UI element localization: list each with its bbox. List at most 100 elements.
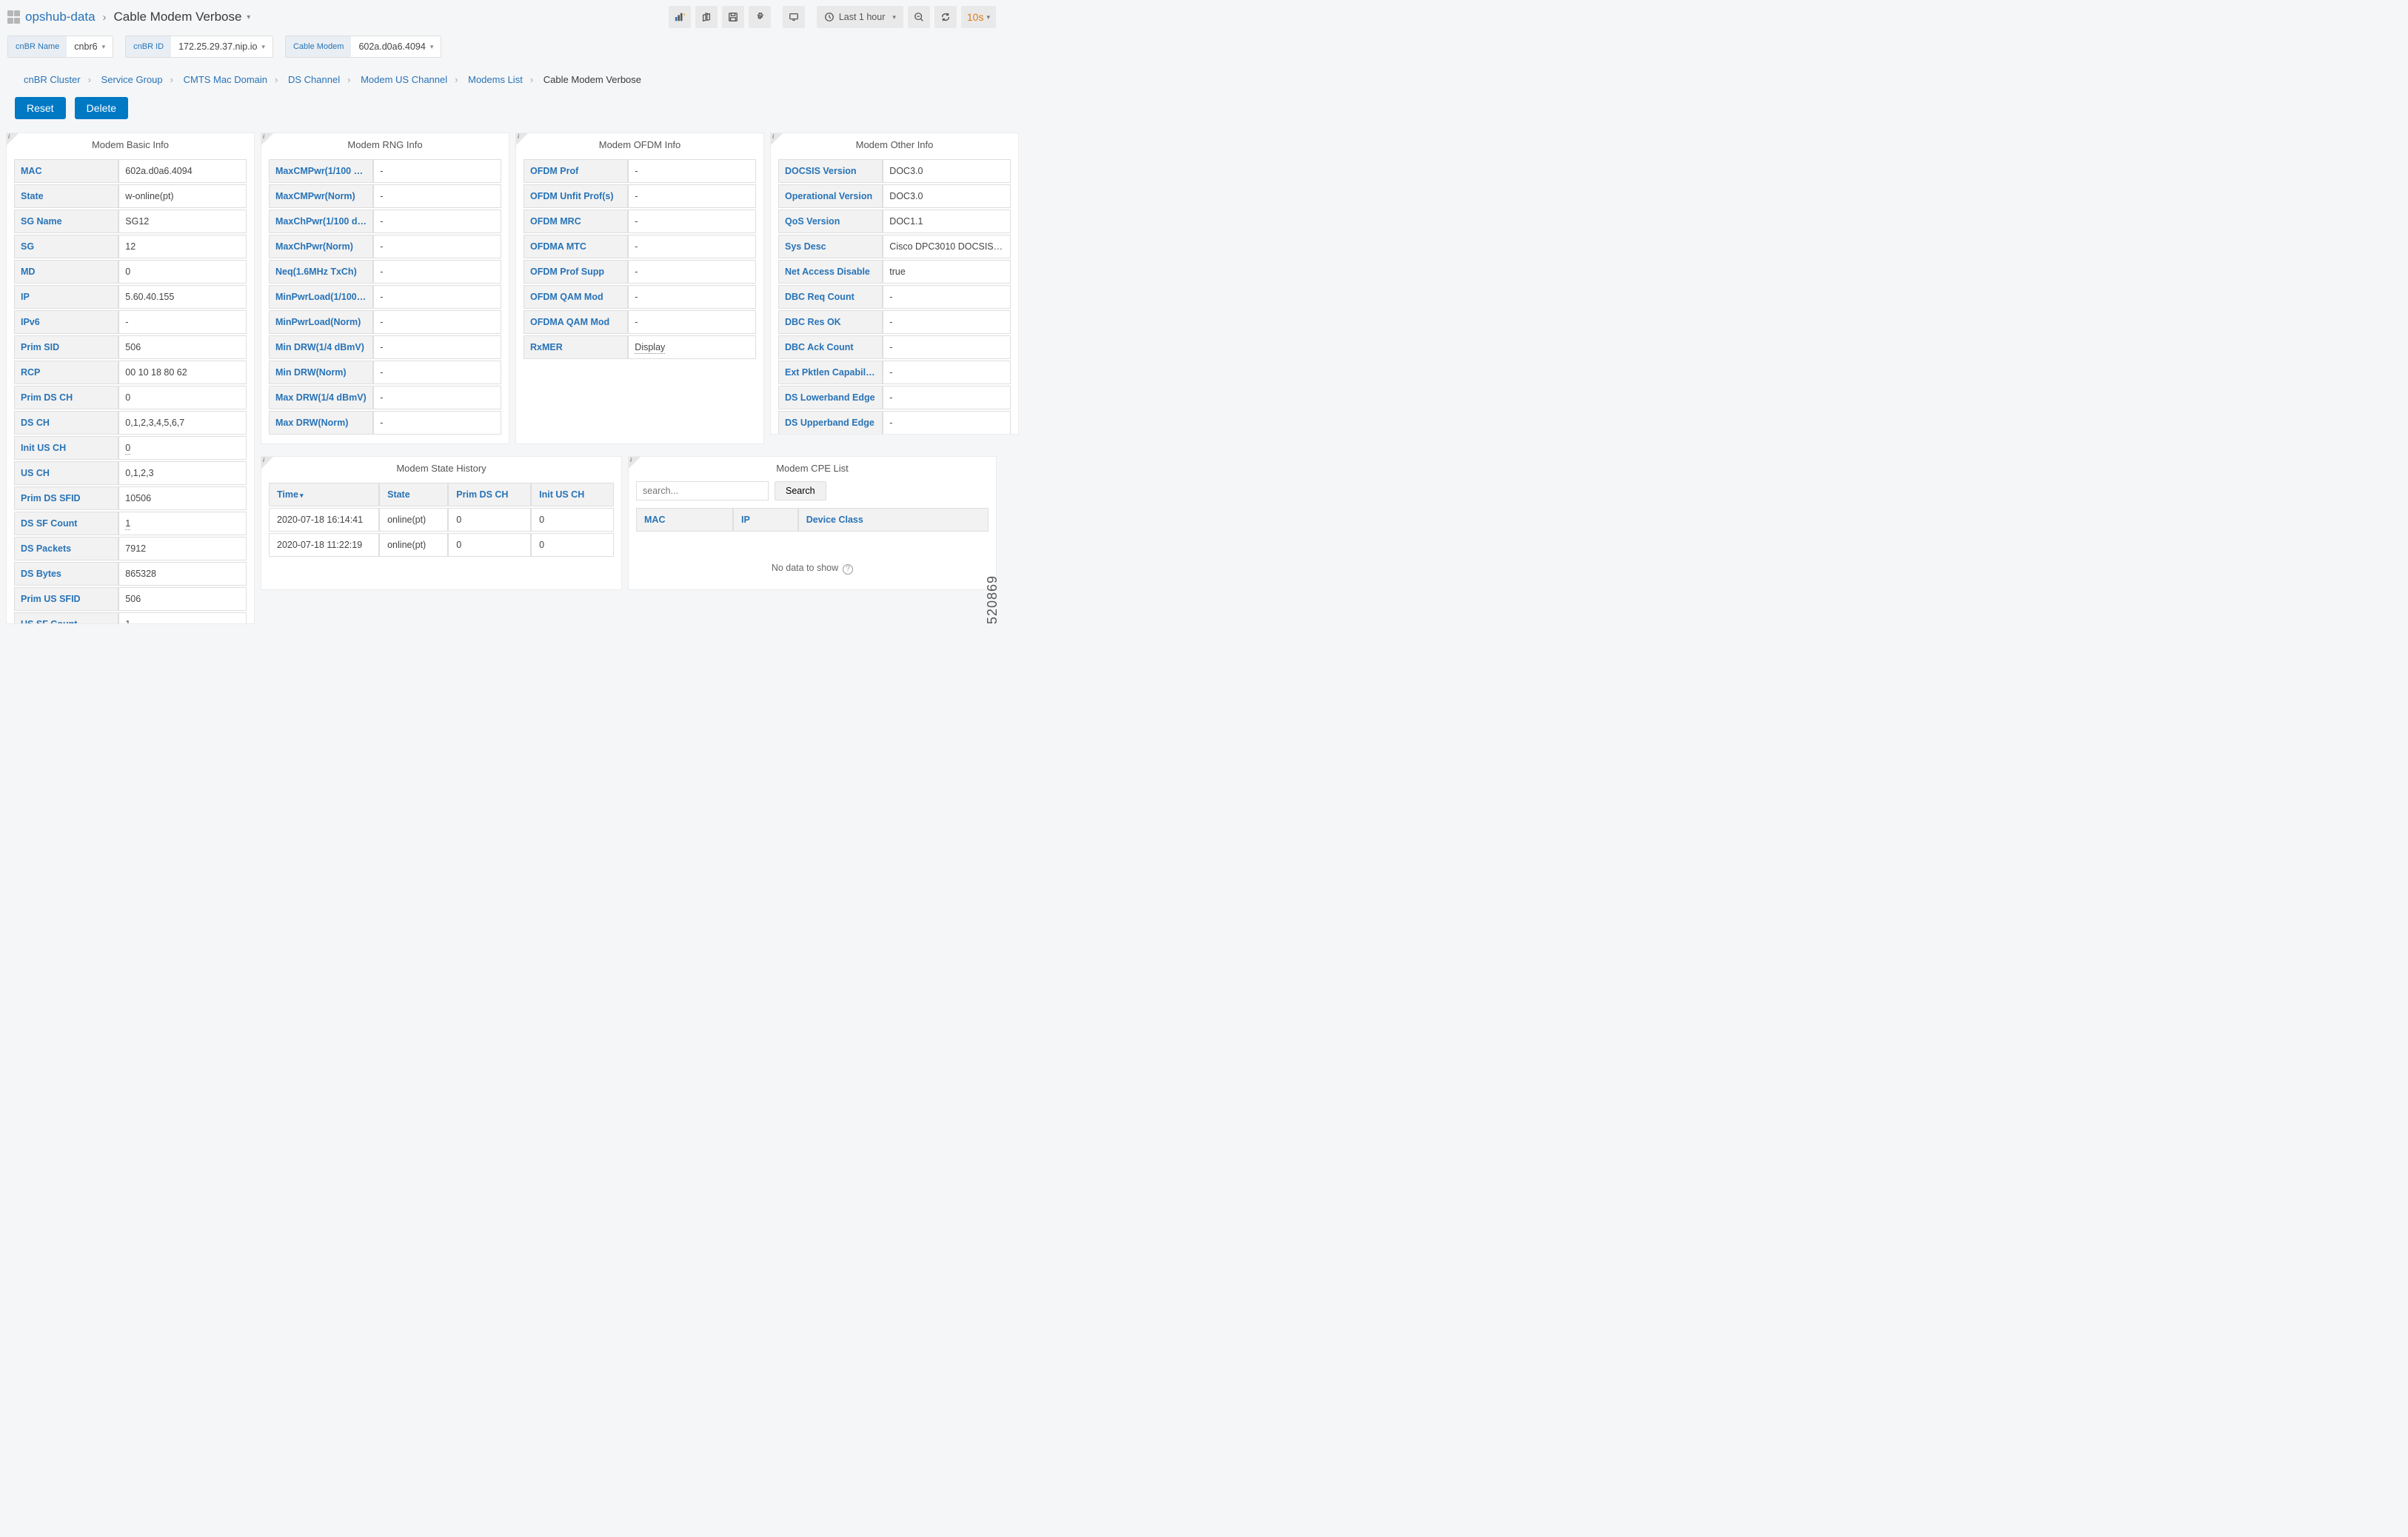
crumb-link[interactable]: Service Group [101, 74, 163, 85]
info-icon[interactable]: i [263, 133, 264, 140]
cpe-search-button[interactable]: Search [775, 481, 826, 500]
var-cnbr-id[interactable]: cnBR ID 172.25.29.37.nip.io▾ [125, 36, 273, 58]
page-title[interactable]: Cable Modem Verbose ▾ [114, 10, 251, 24]
table-cell: 0 [531, 533, 614, 557]
kv-key: MaxCMPwr(Norm) [269, 184, 373, 208]
crumb-link[interactable]: CMTS Mac Domain [184, 74, 267, 85]
kv-value: 12 [118, 235, 247, 258]
kv-value: 0 [118, 436, 247, 460]
chevron-right-icon: › [103, 11, 107, 24]
kv-value: 10506 [118, 486, 247, 510]
kv-value: w-online(pt) [118, 184, 247, 208]
cpe-search-input[interactable] [636, 481, 769, 500]
kv-value: Display [628, 335, 756, 359]
var-cnbr-name[interactable]: cnBR Name cnbr6▾ [7, 36, 113, 58]
kv-key: OFDM QAM Mod [524, 285, 628, 309]
zoom-out-button[interactable] [908, 6, 930, 28]
chevron-down-icon: ▾ [261, 43, 265, 51]
cycle-view-button[interactable] [783, 6, 805, 28]
kv-row: MaxChPwr(1/100 d…- [269, 210, 501, 233]
kv-value: - [628, 210, 756, 233]
kv-row: OFDMA QAM Mod- [524, 310, 756, 334]
save-button[interactable] [722, 6, 744, 28]
info-icon[interactable]: i [8, 133, 10, 140]
settings-button[interactable] [749, 6, 771, 28]
kv-value: 506 [118, 587, 247, 611]
kv-value: - [628, 310, 756, 334]
drilldown-breadcrumb: cnBR Cluster› Service Group› CMTS Mac Do… [0, 58, 1003, 93]
col-device-class[interactable]: Device Class [798, 508, 989, 532]
kv-value: 00 10 18 80 62 [118, 361, 247, 384]
kv-row: OFDMA MTC- [524, 235, 756, 258]
info-icon[interactable]: i [263, 457, 264, 463]
kv-value: - [373, 310, 501, 334]
help-icon[interactable]: ? [843, 564, 853, 575]
kv-key: Ext Pktlen Capability [778, 361, 883, 384]
kv-key: OFDM Prof [524, 159, 628, 183]
info-icon[interactable]: i [630, 457, 632, 463]
share-button[interactable] [695, 6, 718, 28]
col-state[interactable]: State [379, 483, 448, 506]
breadcrumb-root[interactable]: opshub-data [25, 10, 96, 24]
kv-key: Min DRW(Norm) [269, 361, 373, 384]
chevron-down-icon: ▾ [430, 43, 434, 51]
table-cell: 0 [531, 508, 614, 532]
kv-row: Prim SID506 [14, 335, 247, 359]
kv-value: - [628, 184, 756, 208]
panel-modem-other-info: i Modem Other Info DOCSIS VersionDOC3.0O… [770, 133, 1019, 435]
kv-key: Operational Version [778, 184, 883, 208]
col-init-us-ch[interactable]: Init US CH [531, 483, 614, 506]
kv-value: 865328 [118, 562, 247, 586]
kv-key: DBC Ack Count [778, 335, 883, 359]
kv-row: DS Packets7912 [14, 537, 247, 560]
col-prim-ds-ch[interactable]: Prim DS CH [448, 483, 531, 506]
refresh-interval-button[interactable]: 10s▾ [961, 6, 996, 28]
page-id-label: 520869 [985, 575, 1000, 624]
action-buttons: Reset Delete [0, 93, 1003, 133]
kv-row: US CH0,1,2,3 [14, 461, 247, 485]
kv-value: - [883, 411, 1011, 434]
table-cell: 0 [448, 508, 531, 532]
crumb-link[interactable]: Modem US Channel [361, 74, 447, 85]
kv-row: IP5.60.40.155 [14, 285, 247, 309]
add-panel-button[interactable]: + [669, 6, 691, 28]
time-range-button[interactable]: Last 1 hour ▾ [817, 6, 903, 28]
refresh-button[interactable] [934, 6, 957, 28]
kv-row: OFDM Unfit Prof(s)- [524, 184, 756, 208]
kv-key: SG Name [14, 210, 118, 233]
kv-value: 0 [118, 260, 247, 284]
chevron-down-icon: ▾ [247, 13, 250, 21]
kv-row: Prim DS CH0 [14, 386, 247, 409]
kv-row: Min DRW(Norm)- [269, 361, 501, 384]
var-cable-modem[interactable]: Cable Modem 602a.d0a6.4094▾ [285, 36, 441, 58]
col-mac[interactable]: MAC [636, 508, 733, 532]
col-time[interactable]: Time▾ [269, 483, 379, 506]
kv-key: DS Upperband Edge [778, 411, 883, 434]
col-ip[interactable]: IP [733, 508, 798, 532]
info-icon[interactable]: i [518, 133, 519, 140]
template-variables: cnBR Name cnbr6▾ cnBR ID 172.25.29.37.ni… [0, 28, 1003, 58]
crumb-link[interactable]: cnBR Cluster [24, 74, 81, 85]
kv-row: SG12 [14, 235, 247, 258]
kv-row: DS Bytes865328 [14, 562, 247, 586]
kv-value: - [373, 335, 501, 359]
reset-button[interactable]: Reset [15, 97, 66, 119]
kv-row: OFDM Prof Supp- [524, 260, 756, 284]
grid-icon[interactable] [7, 10, 21, 24]
kv-key: Min DRW(1/4 dBmV) [269, 335, 373, 359]
kv-row: MaxCMPwr(1/100 …- [269, 159, 501, 183]
kv-row: DS SF Count1 [14, 512, 247, 535]
crumb-link[interactable]: DS Channel [288, 74, 340, 85]
delete-button[interactable]: Delete [75, 97, 128, 119]
crumb-link[interactable]: Modems List [468, 74, 523, 85]
kv-value: SG12 [118, 210, 247, 233]
info-icon[interactable]: i [772, 133, 774, 140]
panel-modem-rng-info: i Modem RNG Info MaxCMPwr(1/100 …-MaxCMP… [261, 133, 509, 444]
kv-row: IPv6- [14, 310, 247, 334]
kv-value: 0,1,2,3,4,5,6,7 [118, 411, 247, 435]
kv-row: DBC Req Count- [778, 285, 1011, 309]
kv-row: OFDM QAM Mod- [524, 285, 756, 309]
kv-value: 0 [118, 386, 247, 409]
kv-key: RCP [14, 361, 118, 384]
state-history-table: Time▾ State Prim DS CH Init US CH 2020-0… [269, 481, 614, 558]
